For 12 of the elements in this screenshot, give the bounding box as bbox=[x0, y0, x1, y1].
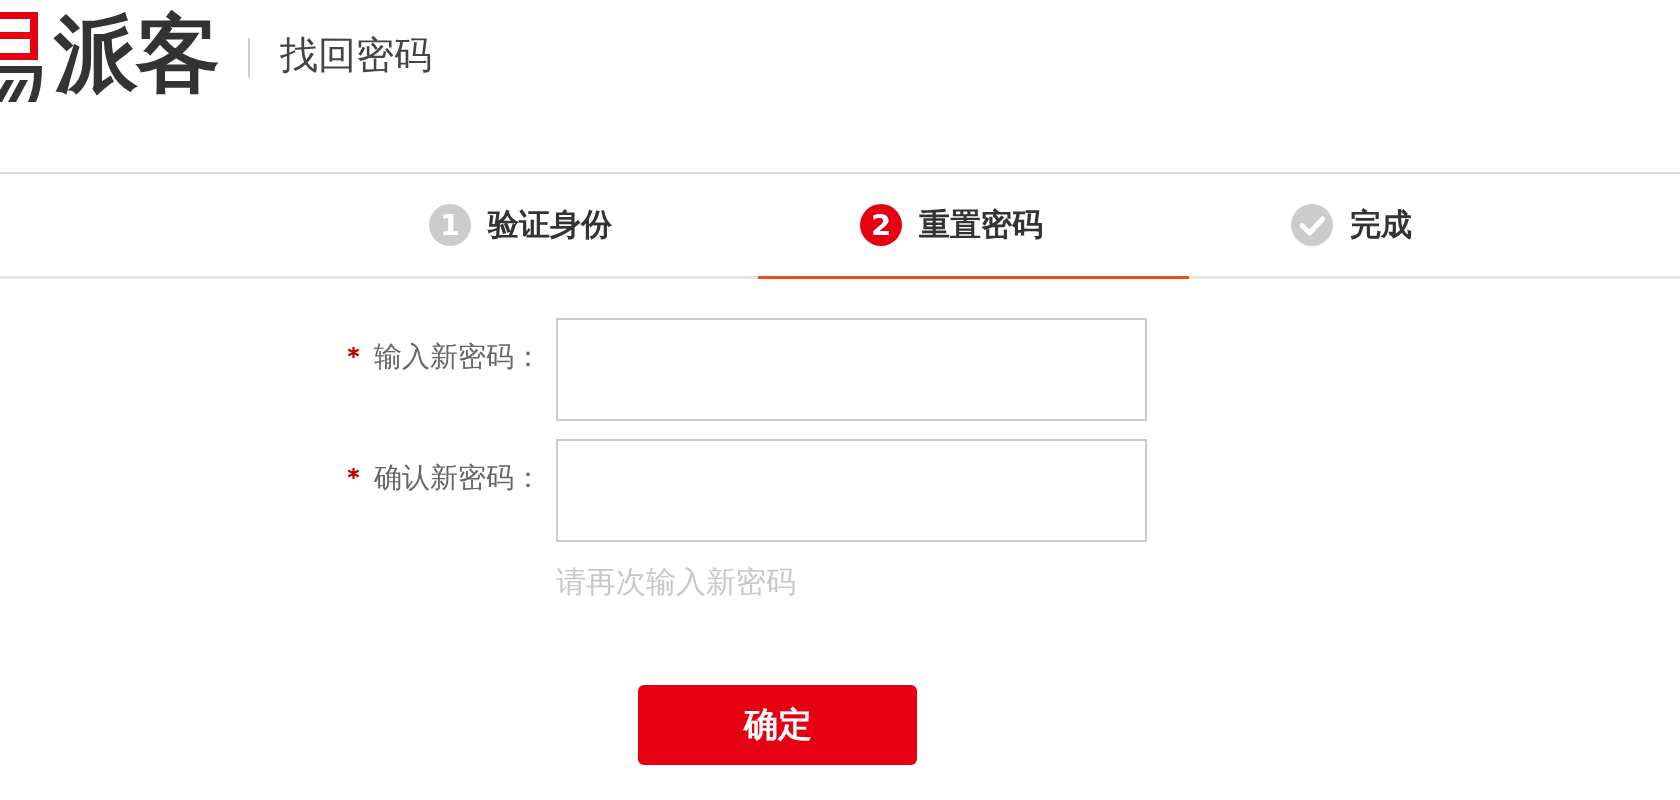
logo-glyph-fragment-icon bbox=[0, 10, 44, 102]
page-title: 找回密码 bbox=[280, 32, 432, 78]
logo-text: 派客 bbox=[54, 8, 218, 100]
field-label: 确认新密码： bbox=[374, 460, 542, 496]
step-label: 重置密码 bbox=[919, 205, 1043, 244]
confirm-button[interactable]: 确定 bbox=[638, 685, 917, 765]
step-label: 完成 bbox=[1350, 205, 1412, 244]
step-label: 验证身份 bbox=[488, 205, 612, 244]
password-input-field[interactable] bbox=[556, 439, 1147, 542]
password-input-field[interactable] bbox=[556, 318, 1147, 421]
step-number-badge: 2 bbox=[860, 204, 902, 246]
field-label: 输入新密码： bbox=[374, 339, 542, 375]
